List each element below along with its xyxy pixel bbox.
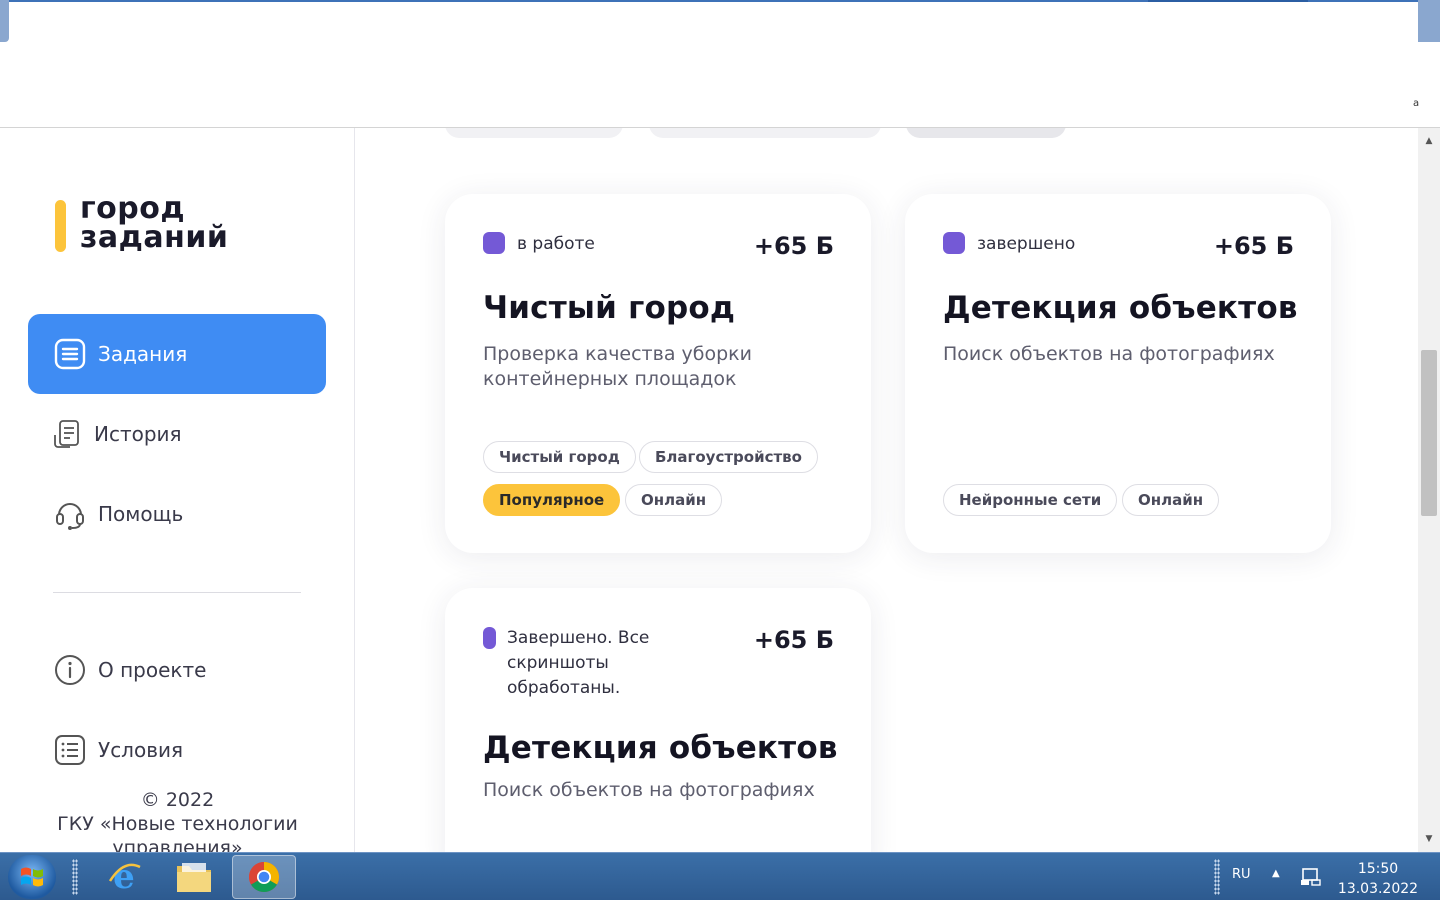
status-text: завершено xyxy=(977,234,1076,254)
tag[interactable]: Благоустройство xyxy=(639,441,818,473)
tasks-icon xyxy=(54,338,86,370)
logo-bar xyxy=(55,200,66,252)
status-dot xyxy=(483,627,496,649)
taskbar: e RU ▲ 15:50 13.03.2022 xyxy=(0,852,1440,900)
task-card[interactable]: завершено +65 Б Детекция объектов Поиск … xyxy=(905,194,1331,553)
tray-grip[interactable] xyxy=(1214,859,1220,895)
nav-item-history[interactable]: История xyxy=(28,394,326,474)
nav-label-help: Помощь xyxy=(98,502,184,526)
filter-pill[interactable] xyxy=(445,128,623,138)
windows-logo-icon xyxy=(21,867,43,887)
tag-popular[interactable]: Популярное xyxy=(483,484,621,516)
browser-top-bar: a xyxy=(0,0,1440,128)
filter-pill[interactable] xyxy=(906,128,1066,138)
task-status: Завершено. Все скриншоты обработаны. xyxy=(483,626,698,701)
info-icon xyxy=(54,654,86,686)
nav-label-tasks: Задания xyxy=(98,342,188,366)
task-description: Проверка качества уборки контейнерных пл… xyxy=(483,343,752,390)
tag[interactable]: Онлайн xyxy=(625,484,723,516)
logo-text: город заданий xyxy=(80,191,229,255)
sidebar-footer: © 2022 ГКУ «Новые технологии управления» xyxy=(0,788,354,852)
clock[interactable]: 15:50 13.03.2022 xyxy=(1330,859,1426,899)
task-status: в работе xyxy=(483,232,595,257)
internet-explorer-icon[interactable]: e xyxy=(92,855,156,899)
overflow-glyph: a xyxy=(1413,98,1420,109)
taskbar-grip[interactable] xyxy=(72,859,78,895)
tray-expand-arrow-icon[interactable]: ▲ xyxy=(1272,868,1280,879)
nav-item-about[interactable]: О проекте xyxy=(28,630,326,710)
tag[interactable]: Чистый город xyxy=(483,441,636,473)
screen: a город заданий Задания История Помощь О… xyxy=(0,0,1440,900)
nav-label-about: О проекте xyxy=(98,658,207,682)
task-title: Детекция объектов xyxy=(483,730,838,766)
history-icon xyxy=(52,418,82,450)
tag[interactable]: Нейронные сети xyxy=(943,484,1118,516)
clock-date: 13.03.2022 xyxy=(1337,881,1419,897)
nav-label-terms: Условия xyxy=(98,738,184,762)
active-tab-indicator xyxy=(1148,0,1308,2)
sidebar-divider xyxy=(53,592,301,593)
main-content: в работе +65 Б Чистый город Проверка кач… xyxy=(355,128,1418,852)
task-description: Поиск объектов на фотографиях xyxy=(483,779,815,801)
chrome-icon[interactable] xyxy=(232,855,296,899)
logo[interactable]: город заданий xyxy=(55,194,245,254)
nav-item-tasks[interactable]: Задания xyxy=(28,314,326,394)
scrollbar-thumb[interactable] xyxy=(1421,350,1437,516)
task-card[interactable]: в работе +65 Б Чистый город Проверка кач… xyxy=(445,194,871,553)
clock-time: 15:50 xyxy=(1357,861,1399,877)
scroll-down-arrow-icon[interactable]: ▼ xyxy=(1418,826,1440,852)
task-points: +65 Б xyxy=(753,232,834,260)
filter-pill[interactable] xyxy=(649,128,881,138)
task-points: +65 Б xyxy=(1213,232,1294,260)
scroll-up-arrow-icon[interactable]: ▲ xyxy=(1418,128,1440,154)
task-status: завершено xyxy=(943,232,1075,257)
task-description: Поиск объектов на фотографиях xyxy=(943,343,1275,365)
footer-org: ГКУ «Новые технологии управления» xyxy=(57,813,298,852)
window-edge-right xyxy=(1418,0,1440,42)
task-card[interactable]: Завершено. Все скриншоты обработаны. +65… xyxy=(445,588,871,852)
status-dot xyxy=(483,232,505,254)
file-explorer-icon[interactable] xyxy=(162,855,226,899)
window-edge-left xyxy=(0,0,9,42)
task-title: Чистый город xyxy=(483,290,736,326)
sidebar: город заданий Задания История Помощь О п… xyxy=(0,128,355,852)
tag[interactable]: Онлайн xyxy=(1122,484,1220,516)
terms-icon xyxy=(54,734,86,766)
nav-item-help[interactable]: Помощь xyxy=(28,474,326,554)
status-text: в работе xyxy=(517,234,595,254)
task-points: +65 Б xyxy=(753,626,834,654)
footer-copyright: © 2022 xyxy=(140,789,215,811)
page-scrollbar[interactable]: ▲ ▼ xyxy=(1418,128,1440,852)
headset-icon xyxy=(54,498,86,530)
network-icon[interactable] xyxy=(1300,865,1322,891)
status-text: Завершено. Все скриншоты обработаны. xyxy=(507,628,650,698)
nav-item-terms[interactable]: Условия xyxy=(28,710,326,790)
language-indicator[interactable]: RU xyxy=(1232,867,1251,882)
status-dot xyxy=(943,232,965,254)
start-button[interactable] xyxy=(8,855,56,899)
nav-label-history: История xyxy=(94,422,182,446)
task-title: Детекция объектов xyxy=(943,290,1298,326)
